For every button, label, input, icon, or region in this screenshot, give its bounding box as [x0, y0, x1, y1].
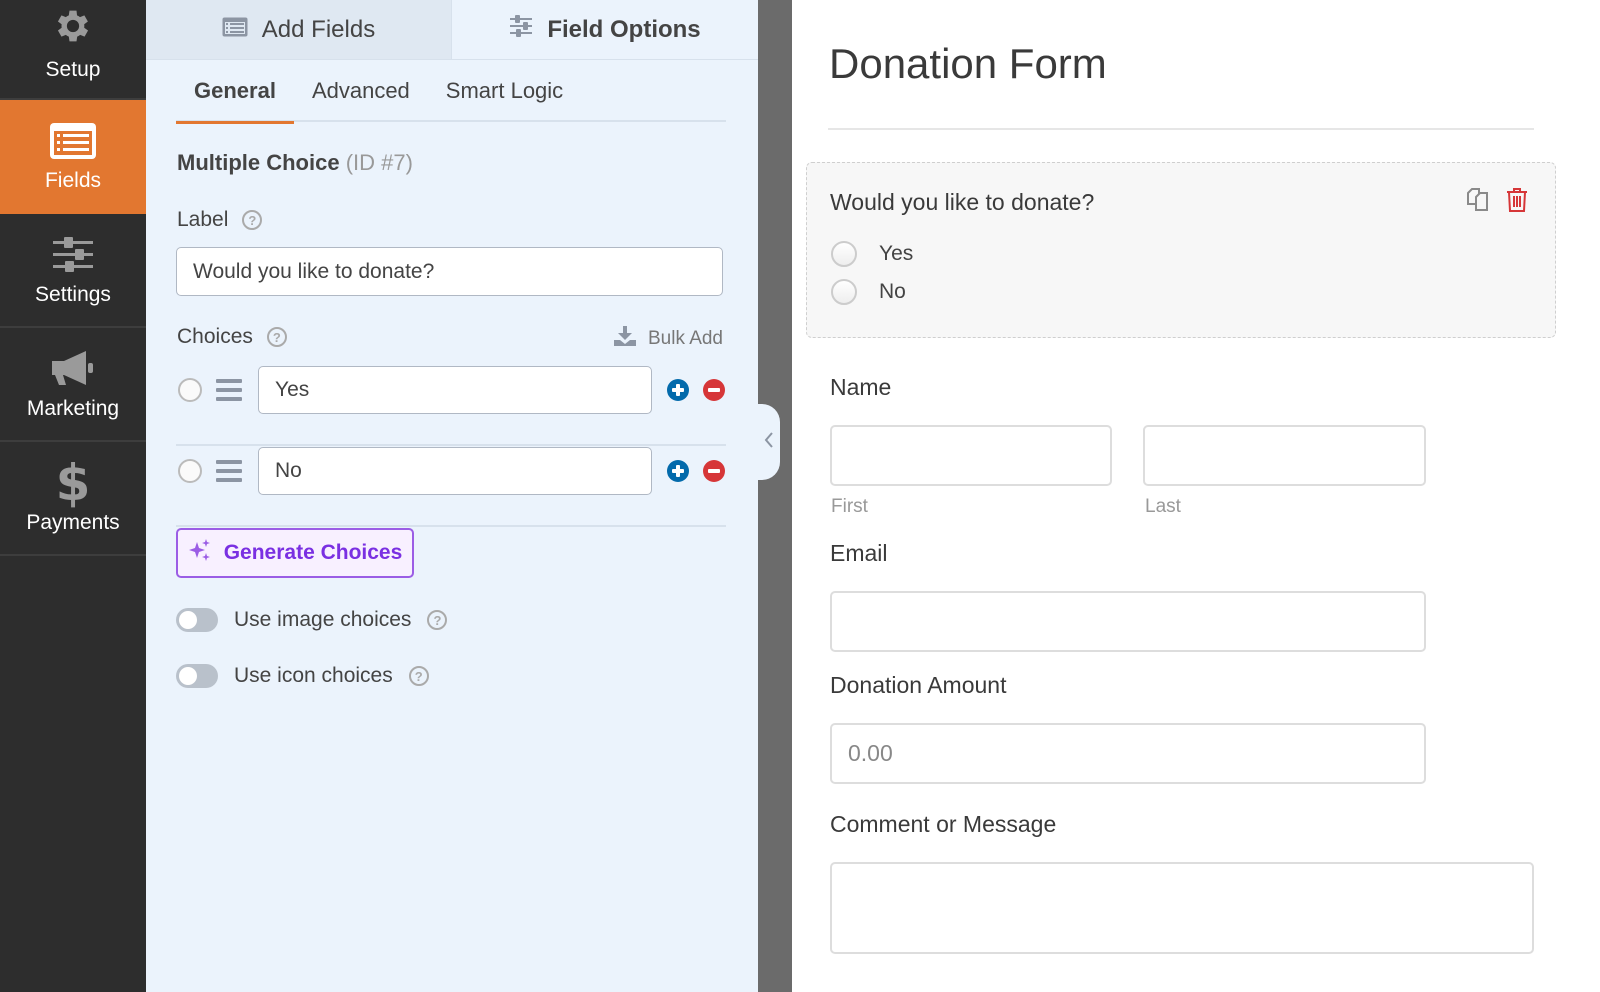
nav-label: Settings	[35, 283, 111, 306]
tab-add-fields[interactable]: Add Fields	[146, 0, 452, 59]
add-choice-icon[interactable]	[667, 379, 689, 401]
nav-item-fields[interactable]: Fields	[0, 100, 146, 214]
nav-label: Payments	[26, 511, 120, 534]
default-choice-radio[interactable]	[178, 378, 202, 402]
selected-field-multiple-choice[interactable]: Would you like to donate? Yes No	[806, 162, 1556, 338]
comment-label: Comment or Message	[830, 811, 1057, 837]
sliders-icon	[52, 233, 94, 277]
gear-icon	[52, 4, 94, 48]
field-id: (ID #7)	[345, 150, 413, 175]
drag-handle-icon[interactable]	[216, 460, 242, 482]
add-choice-icon[interactable]	[667, 460, 689, 482]
name-label: Name	[830, 374, 892, 400]
form-title: Donation Form	[829, 40, 1107, 87]
duplicate-icon[interactable]	[1465, 187, 1491, 218]
title-divider	[828, 128, 1534, 130]
choice-row: No	[176, 447, 726, 527]
option-subtabs: General Advanced Smart Logic	[176, 60, 726, 124]
sparkle-icon	[188, 538, 212, 568]
label-input[interactable]: Would you like to donate?	[176, 247, 723, 296]
nav-item-settings[interactable]: Settings	[0, 214, 146, 328]
collapse-panel-button[interactable]	[758, 404, 780, 480]
image-choices-row: Use image choices ?	[176, 608, 448, 632]
default-choice-radio[interactable]	[178, 459, 202, 483]
trash-icon[interactable]	[1506, 187, 1528, 218]
dollar-icon: $	[55, 454, 91, 512]
panel-divider	[758, 0, 792, 992]
mc-option-label: No	[879, 280, 906, 303]
email-label: Email	[830, 540, 888, 566]
builder-sidebar: Setup Fields Settings Marketing $ Paymen…	[0, 0, 146, 992]
last-name-input[interactable]	[1143, 425, 1426, 486]
generate-choices-button[interactable]: Generate Choices	[176, 528, 414, 578]
image-choices-toggle[interactable]	[176, 608, 218, 632]
comment-textarea[interactable]	[830, 862, 1534, 954]
nav-item-payments[interactable]: $ Payments	[0, 442, 146, 556]
nav-label: Marketing	[26, 397, 120, 420]
icon-choices-row: Use icon choices ?	[176, 664, 429, 688]
choice-input[interactable]: No	[258, 447, 652, 495]
email-input[interactable]	[830, 591, 1426, 652]
help-icon[interactable]: ?	[266, 327, 287, 347]
nav-item-setup[interactable]: Setup	[0, 0, 146, 100]
toggle-label: Use image choices	[234, 608, 412, 631]
donation-amount-input[interactable]: 0.00	[830, 723, 1426, 784]
mc-question: Would you like to donate?	[830, 189, 1095, 215]
help-icon[interactable]: ?	[242, 210, 263, 230]
download-icon	[614, 326, 636, 352]
remove-choice-icon[interactable]	[703, 379, 725, 401]
nav-label: Fields	[44, 169, 102, 192]
help-icon[interactable]: ?	[427, 610, 448, 630]
choice-input[interactable]: Yes	[258, 366, 652, 414]
sliders-icon	[509, 15, 533, 44]
mc-option: Yes	[831, 241, 913, 267]
last-sublabel: Last	[1145, 496, 1181, 517]
mc-option-label: Yes	[879, 242, 914, 265]
subtab-general[interactable]: General	[176, 60, 294, 124]
list-icon	[222, 16, 248, 44]
field-type-heading: Multiple Choice (ID #7)	[177, 150, 413, 176]
chevron-left-icon	[764, 431, 774, 454]
first-sublabel: First	[831, 496, 868, 517]
field-type-name: Multiple Choice	[177, 150, 340, 175]
megaphone-icon	[50, 347, 96, 391]
remove-choice-icon[interactable]	[703, 460, 725, 482]
help-icon[interactable]: ?	[408, 666, 429, 686]
donation-amount-label: Donation Amount	[830, 672, 1007, 698]
tab-field-options[interactable]: Field Options	[452, 0, 758, 59]
first-name-input[interactable]	[830, 425, 1112, 486]
label-caption: Label	[177, 208, 229, 231]
subtab-smart-logic[interactable]: Smart Logic	[428, 60, 581, 122]
label-caption-row: Label ?	[177, 208, 263, 232]
mc-radio[interactable]	[831, 279, 857, 305]
choices-caption: Choices	[177, 325, 253, 348]
icon-choices-toggle[interactable]	[176, 664, 218, 688]
nav-item-marketing[interactable]: Marketing	[0, 328, 146, 442]
field-options-panel: Add Fields Field Options General Advance…	[146, 0, 758, 992]
list-form-icon	[49, 119, 97, 163]
bulk-add-label: Bulk Add	[648, 328, 723, 349]
choices-caption-row: Choices ?	[177, 325, 287, 349]
form-preview: Donation Form Would you like to donate? …	[792, 0, 1600, 992]
panel-tabs: Add Fields Field Options	[146, 0, 758, 60]
tab-label: Field Options	[547, 15, 701, 43]
nav-label: Setup	[45, 58, 101, 81]
toggle-label: Use icon choices	[234, 664, 393, 687]
generate-choices-label: Generate Choices	[223, 541, 403, 564]
bulk-add-button[interactable]: Bulk Add	[614, 326, 723, 352]
tab-label: Add Fields	[261, 15, 376, 43]
subtab-advanced[interactable]: Advanced	[294, 60, 428, 122]
drag-handle-icon[interactable]	[216, 379, 242, 401]
mc-radio[interactable]	[831, 241, 857, 267]
mc-option: No	[831, 279, 906, 305]
choice-row: Yes	[176, 366, 726, 446]
